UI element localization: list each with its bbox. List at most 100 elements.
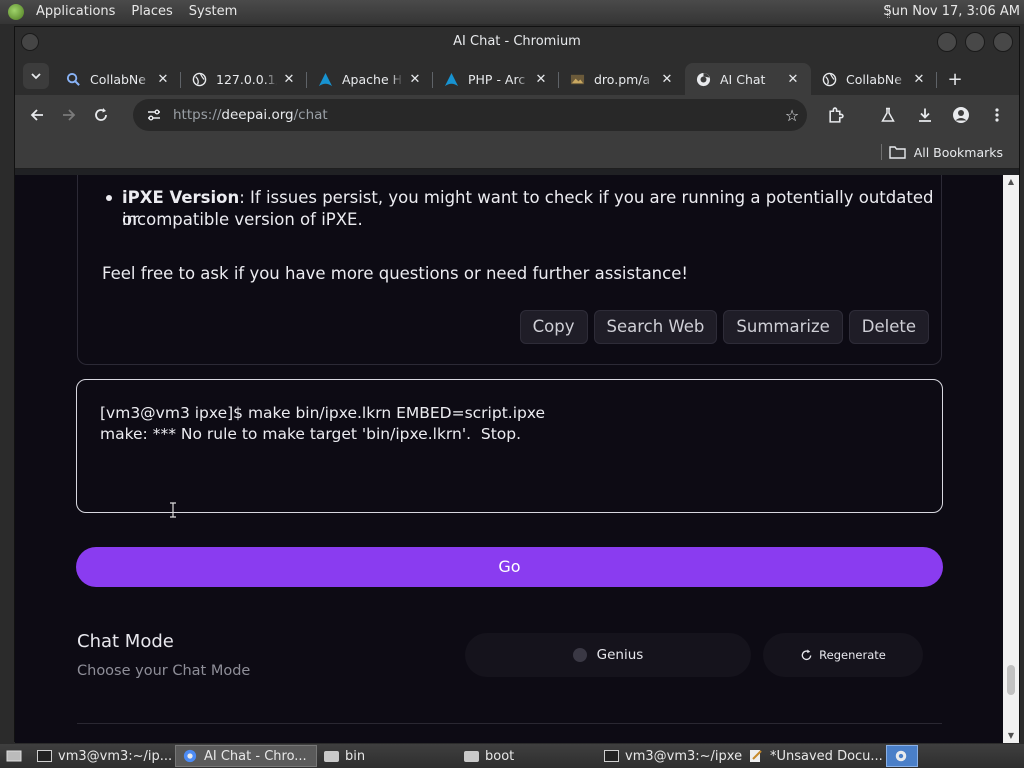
taskbar-label: vm3@vm3:~/ipxe: [625, 748, 742, 764]
reload-button[interactable]: [85, 99, 117, 131]
desktop-icon: [6, 749, 22, 763]
chat-input[interactable]: [vm3@vm3 ipxe]$ make bin/ipxe.lkrn EMBED…: [76, 379, 943, 518]
closing-text: Feel free to ask if you have more questi…: [102, 264, 688, 283]
maximize-button[interactable]: [965, 32, 985, 52]
close-icon[interactable]: ✕: [281, 72, 297, 87]
taskbar-label: AI Chat - Chro...: [204, 748, 307, 764]
window-title: AI Chat - Chromium: [453, 34, 581, 49]
tab-title: CollabNe: [90, 71, 146, 87]
chromium-icon: [182, 749, 198, 763]
input-line-1: [vm3@vm3 ipxe]$ make bin/ipxe.lkrn EMBED…: [100, 404, 546, 422]
bookmark-star-icon[interactable]: ☆: [777, 106, 807, 125]
puzzle-icon: [828, 106, 844, 123]
bullet-line-2: incompatible version of iPXE.: [122, 210, 363, 229]
applications-menu[interactable]: Applications: [28, 0, 123, 24]
site-info-icon[interactable]: [139, 107, 169, 123]
close-icon[interactable]: ✕: [785, 72, 801, 87]
arrow-right-icon: [63, 109, 76, 121]
tab-title: dro.pm/a: [594, 71, 651, 87]
tab-collabnet-2[interactable]: CollabNe ✕: [811, 63, 937, 95]
search-icon: [65, 71, 81, 87]
go-button[interactable]: Go: [76, 547, 943, 587]
address-bar[interactable]: https://deepai.org/chat ☆: [133, 99, 807, 131]
taskbar-item-ai-chat[interactable]: AI Chat - Chro...: [175, 745, 317, 767]
scroll-down-icon[interactable]: ▼: [1003, 729, 1019, 743]
tab-apache[interactable]: Apache H ✕: [307, 63, 433, 95]
show-desktop-button[interactable]: [0, 745, 30, 767]
minimize-button[interactable]: [937, 32, 957, 52]
window-titlebar[interactable]: AI Chat - Chromium: [15, 27, 1019, 57]
tab-search-button[interactable]: [23, 63, 49, 89]
workspace-icon: [893, 749, 909, 763]
delete-button[interactable]: Delete: [848, 310, 929, 344]
regenerate-button[interactable]: Regenerate: [763, 633, 923, 677]
bullet-title: iPXE Version: [122, 188, 240, 207]
window-menu-icon[interactable]: [21, 33, 39, 51]
menu-button[interactable]: [981, 99, 1013, 131]
tab-title: Apache H: [342, 71, 403, 87]
clock[interactable]: Sun Nov 17, 3:06 AM: [883, 0, 1020, 24]
ai-response-card: iPXE Version: If issues persist, you mig…: [77, 175, 942, 365]
arrow-left-icon: [30, 109, 43, 121]
folder-icon: [463, 749, 479, 763]
downloads-button[interactable]: [909, 99, 941, 131]
regenerate-label: Regenerate: [819, 648, 886, 662]
copy-button[interactable]: Copy: [519, 310, 588, 344]
close-icon[interactable]: ✕: [659, 72, 675, 87]
input-line-2: make: *** No rule to make target 'bin/ip…: [100, 425, 522, 443]
search-web-button[interactable]: Search Web: [593, 310, 718, 344]
close-icon[interactable]: ✕: [911, 72, 927, 87]
gnome-logo-icon[interactable]: [8, 4, 24, 20]
scroll-up-icon[interactable]: ▲: [1003, 175, 1019, 189]
summarize-button[interactable]: Summarize: [723, 310, 843, 344]
arch-icon: [317, 71, 333, 87]
taskbar-item-terminal-1[interactable]: vm3@vm3:~/ip...: [30, 745, 175, 767]
genius-label: Genius: [596, 647, 644, 663]
chevron-down-icon: [31, 73, 41, 80]
close-icon[interactable]: ✕: [155, 72, 171, 87]
taskbar-label: bin: [345, 748, 366, 764]
tab-title: PHP - Arc: [468, 71, 526, 87]
terminal-icon: [603, 749, 619, 763]
tab-collabnet-1[interactable]: CollabNe ✕: [55, 63, 181, 95]
bookmarks-bar: All Bookmarks: [15, 135, 1019, 169]
tab-localhost[interactable]: 127.0.0.1/ ✕: [181, 63, 307, 95]
close-icon[interactable]: ✕: [407, 72, 423, 87]
labs-button[interactable]: [872, 99, 904, 131]
profile-button[interactable]: [945, 99, 977, 131]
all-bookmarks-button[interactable]: All Bookmarks: [888, 135, 1003, 169]
new-tab-button[interactable]: +: [941, 63, 969, 95]
close-window-button[interactable]: [993, 32, 1013, 52]
page-scrollbar[interactable]: ▲ ▼: [1003, 175, 1019, 743]
taskbar-item-boot[interactable]: boot: [457, 745, 597, 767]
page-content: iPXE Version: If issues persist, you mig…: [15, 175, 1005, 743]
folder-icon: [888, 145, 906, 159]
extensions-button[interactable]: [819, 99, 851, 131]
genius-mode-toggle[interactable]: Genius: [465, 633, 751, 677]
taskbar-item-terminal-2[interactable]: vm3@vm3:~/ipxe: [597, 745, 742, 767]
tab-dropm[interactable]: dro.pm/a ✕: [559, 63, 685, 95]
chromium-icon: [695, 71, 711, 87]
text-editor-icon: [748, 749, 764, 763]
folder-icon: [323, 749, 339, 763]
tab-strip: CollabNe ✕ 127.0.0.1/ ✕ Apache H ✕ PHP -…: [15, 57, 1019, 95]
system-menu[interactable]: System: [181, 0, 245, 24]
places-menu[interactable]: Places: [123, 0, 180, 24]
close-icon[interactable]: ✕: [533, 72, 549, 87]
tab-php[interactable]: PHP - Arc ✕: [433, 63, 559, 95]
taskbar-item-text-editor[interactable]: *Unsaved Docu...: [742, 745, 882, 767]
refresh-icon: [801, 648, 812, 660]
scrollbar-thumb[interactable]: [1007, 665, 1015, 695]
workspace-switcher[interactable]: [886, 745, 918, 767]
forward-button[interactable]: [53, 99, 85, 131]
taskbar-label: *Unsaved Docu...: [770, 748, 882, 764]
chat-mode-subtitle: Choose your Chat Mode: [77, 663, 251, 679]
all-bookmarks-label: All Bookmarks: [913, 144, 1003, 160]
terminal-icon: [36, 749, 52, 763]
browser-window: AI Chat - Chromium CollabNe ✕ 127.0.0.1/…: [14, 26, 1020, 743]
taskbar-item-bin[interactable]: bin: [317, 745, 457, 767]
text-cursor-icon: [169, 502, 177, 518]
back-button[interactable]: [21, 99, 53, 131]
url-scheme: https://: [173, 107, 222, 123]
tab-ai-chat[interactable]: AI Chat ✕: [685, 63, 811, 95]
